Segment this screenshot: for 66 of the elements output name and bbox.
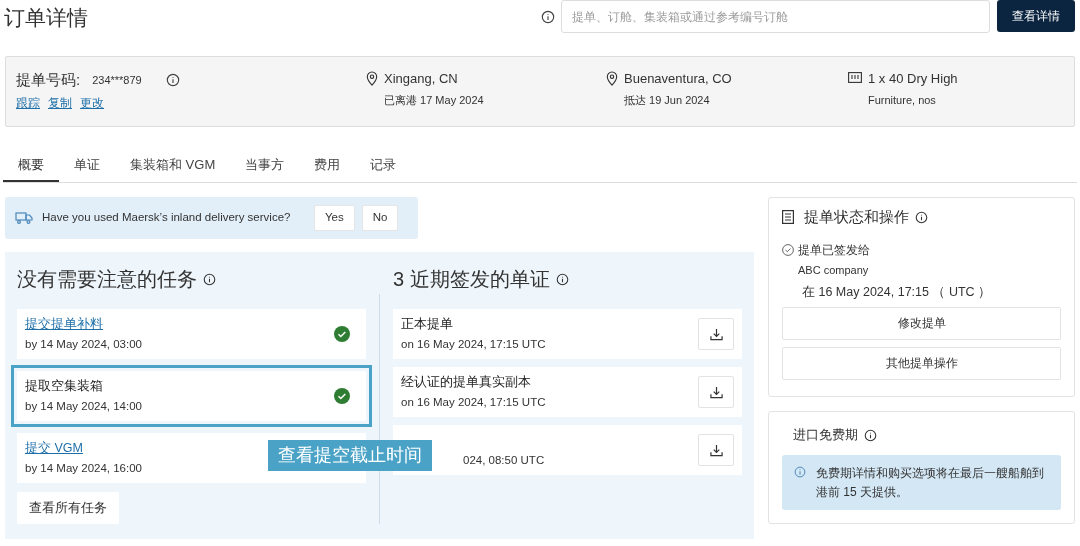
summary-link[interactable]: 复制 [48,93,72,112]
deadline-tooltip: 查看提空截止时间 [268,440,432,471]
task-due: by 14 May 2024, 14:00 [25,399,142,415]
port-date: 抵达 19 Jun 2024 [624,92,711,108]
info-icon[interactable] [203,272,216,286]
tab[interactable]: 单证 [59,149,115,182]
notice-text: 免费期详情和购买选项将在最后一艘船舶到港前 15 天提供。 [816,464,1045,501]
task-card[interactable]: 提取空集装箱 by 14 May 2024, 14:00 [17,371,366,421]
task-title[interactable]: 提交提单补料 [25,314,142,334]
bl-action-button[interactable]: 其他提单操作 [782,346,1061,380]
tab[interactable]: 集装箱和 VGM [115,149,231,182]
summary-link[interactable]: 更改 [80,93,104,112]
document-title: 经认证的提单真实副本 [401,373,532,391]
page-title: 订单详情 [3,5,88,31]
issued-time: 在 16 May 2024, 17:15 （ UTC ） [802,284,993,301]
bl-status: 提单已签发给 [798,241,870,259]
location-pin-icon [606,71,618,86]
info-icon[interactable] [541,10,555,24]
answer-button[interactable]: No [361,205,399,231]
view-all-tasks-button[interactable]: 查看所有任务 [17,492,119,525]
tab[interactable]: 记录 [355,149,412,182]
info-icon[interactable] [555,272,569,286]
location-pin-icon [366,71,378,86]
truck-icon [15,212,33,224]
view-details-button[interactable]: 查看详情 [997,0,1075,32]
task-title[interactable]: 提取空集装箱 [25,376,142,396]
port-name: Xingang, CN [384,70,459,88]
document-icon [782,210,794,225]
bl-number: 234***879 [92,73,142,88]
info-icon[interactable] [915,210,928,224]
answer-button[interactable]: Yes [314,205,355,231]
task-due: by 14 May 2024, 16:00 [25,461,142,477]
port-name: Buenaventura, CO [624,70,732,88]
container-icon [848,72,862,83]
document-date: on 16 May 2024, 17:15 UTC [401,395,546,411]
tab[interactable]: 概要 [3,149,59,182]
download-icon [709,327,723,341]
bl-status-title: 提单状态和操作 [804,207,909,227]
port-date: 已离港 17 May 2024 [384,92,484,108]
download-button[interactable] [698,434,734,466]
document-date: on 16 May 2024, 17:15 UTC [401,337,546,353]
download-icon [709,443,723,457]
tasks-heading: 没有需要注意的任务 [17,267,197,292]
task-title[interactable]: 提交 VGM [25,438,142,458]
document-title: 正本提单 [401,315,454,333]
info-icon[interactable] [165,73,180,88]
check-circle-icon [782,243,794,256]
document-date: 024, 08:50 UTC [463,452,545,468]
download-icon [709,385,723,399]
info-icon[interactable] [864,428,877,442]
bl-label: 提单号码: [16,70,81,90]
task-card[interactable]: 提交提单补料 by 14 May 2024, 03:00 [17,309,366,359]
bl-action-button[interactable]: 修改提单 [782,306,1061,340]
summary-link[interactable]: 跟踪 [16,93,40,112]
banner-question: Have you used Maersk’s inland delivery service? [42,210,292,226]
download-button[interactable] [698,376,734,408]
issued-party: ABC company [798,262,870,278]
search-field[interactable]: 提单、订舱、集装箱或通过参考编号订舱 [561,0,990,33]
tab[interactable]: 费用 [299,149,356,182]
commodity: Furniture, nos [868,92,937,108]
download-button[interactable] [698,318,734,350]
task-due: by 14 May 2024, 03:00 [25,337,142,353]
documents-heading: 3 近期签发的单证 [393,267,550,292]
container-summary: 1 x 40 Dry High [868,70,958,88]
free-time-title: 进口免费期 [793,427,858,444]
tab[interactable]: 当事方 [230,149,300,182]
